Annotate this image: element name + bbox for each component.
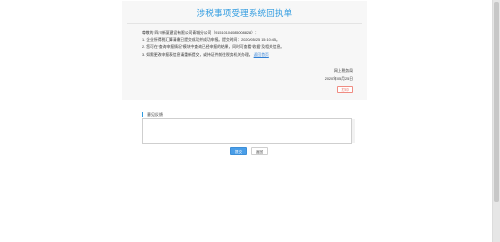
receipt-title: 涉税事项受理系统回执单: [196, 8, 293, 18]
receipt-card: 涉税事项受理系统回执单 尊敬的 四川新厦建设有限公司青城分公司（91510104…: [122, 1, 367, 100]
return-button[interactable]: 返回: [251, 147, 268, 155]
receipt-line-1: 1. 企业所得税汇算清缴已提交成功并成功申报。提交时间：2020/05/25 1…: [142, 38, 280, 43]
receipt-line-3: 3. 如需更改申报表信息请重新提交，或持证件前往税务机关办理。 返回首页: [142, 52, 357, 59]
receipt-line-greeting: 尊敬的 四川新厦建设有限公司青城分公司（91510104085008828）：: [142, 31, 259, 35]
return-home-link[interactable]: 返回首页: [254, 53, 269, 57]
feedback-textarea[interactable]: [142, 118, 352, 144]
receipt-body: 尊敬的 四川新厦建设有限公司青城分公司（91510104085008828）： …: [142, 30, 357, 59]
scrollbar-thumb[interactable]: [494, 2, 499, 202]
feedback-label: 意见反馈: [142, 112, 356, 117]
title-divider: [127, 23, 362, 24]
receipt-line-3-text: 3. 如需更改申报表信息请重新提交，或持证件前往税务机关办理。: [142, 52, 253, 57]
page: 涉税事项受理系统回执单 尊敬的 四川新厦建设有限公司青城分公司（91510104…: [0, 0, 493, 242]
issuer: 网上税务局: [334, 69, 353, 73]
feedback-section: 意见反馈: [142, 112, 356, 144]
print-button[interactable]: 打印: [337, 86, 353, 93]
action-buttons: 提交 返回: [230, 147, 280, 157]
submit-button[interactable]: 提交: [230, 147, 247, 155]
page-scrollbar[interactable]: [492, 0, 500, 242]
textarea-scrollbar[interactable]: [352, 119, 355, 143]
issue-date: 2020年05月25日: [324, 77, 353, 81]
receipt-line-2: 2. 您可在“查询申报情况”模块中查询已经申报的结果，同时可查看“收据”及相关信…: [142, 45, 285, 50]
